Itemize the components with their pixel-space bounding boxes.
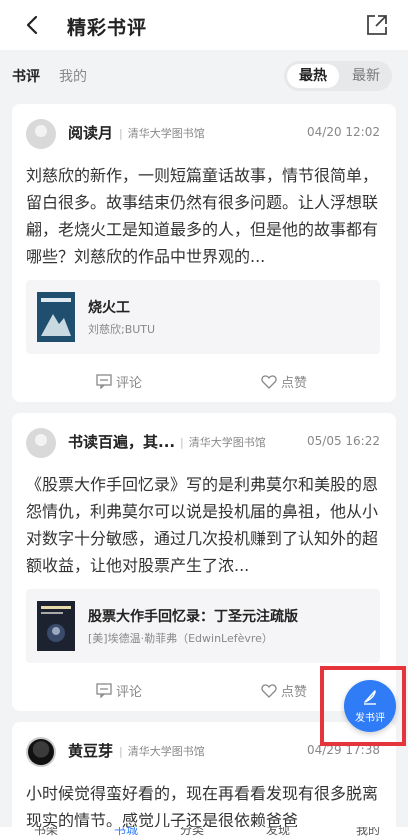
sort-newest-button[interactable]: 最新 <box>344 64 388 88</box>
like-button[interactable]: 点赞 <box>261 681 307 700</box>
tab-mine[interactable]: 我的 <box>59 66 87 86</box>
bottom-nav: 书架 书城 分类 发现 我的 <box>0 827 408 837</box>
page-title: 精彩书评 <box>67 17 148 39</box>
sort-hottest-button[interactable]: 最热 <box>287 64 339 88</box>
reviewer-name[interactable]: 书读百遍，其... <box>68 431 175 452</box>
comment-label: 评论 <box>116 685 143 700</box>
review-content[interactable]: 刘慈欣的新作，一则短篇童话故事，情节很简单，留白很多。故事结束仍然有很多问题。让… <box>26 162 384 270</box>
library-name: 清华大学图书馆 <box>119 125 205 141</box>
review-time: 04/20 12:02 <box>307 125 380 139</box>
sort-toggle: 最热 最新 <box>284 61 392 91</box>
comment-button[interactable]: 评论 <box>96 372 142 391</box>
book-cover <box>37 601 75 651</box>
like-button[interactable]: 点赞 <box>261 372 307 391</box>
book-title: 烧火工 <box>88 300 130 316</box>
fab-highlight-box: 发书评 <box>320 666 406 746</box>
book-author: 刘慈欣;BUTU <box>88 323 156 336</box>
book-card[interactable]: 股票大作手回忆录：丁圣元注疏版 [美]埃德温·勒菲弗（EdwinLefèvre） <box>26 589 380 663</box>
book-cover <box>37 292 75 342</box>
heart-icon <box>261 375 277 389</box>
nav-item-bookshelf[interactable]: 书架 <box>34 827 58 837</box>
comment-label: 评论 <box>116 376 143 391</box>
library-name: 清华大学图书馆 <box>180 434 266 450</box>
comment-icon <box>96 683 112 698</box>
heart-icon <box>261 684 277 698</box>
nav-item-bookstore[interactable]: 书城 <box>114 827 138 837</box>
write-review-label: 发书评 <box>355 713 385 724</box>
like-label: 点赞 <box>281 685 308 700</box>
share-icon[interactable] <box>364 12 390 38</box>
review-content[interactable]: 《股票大作手回忆录》写的是利弗莫尔和美股的恩怨情仇，利弗莫尔可以说是投机届的鼻祖… <box>26 471 384 579</box>
like-label: 点赞 <box>281 376 308 391</box>
reviewer-name[interactable]: 阅读月 <box>68 122 113 143</box>
book-card[interactable]: 烧火工 刘慈欣;BUTU <box>26 280 380 354</box>
pen-icon <box>364 690 376 705</box>
tab-reviews[interactable]: 书评 <box>12 66 40 86</box>
avatar[interactable] <box>26 119 56 149</box>
library-name: 清华大学图书馆 <box>119 743 205 759</box>
book-author: [美]埃德温·勒菲弗（EdwinLefèvre） <box>88 632 273 645</box>
write-review-button[interactable]: 发书评 <box>344 680 396 732</box>
tab-bar: 书评 我的 最热 最新 <box>0 50 408 100</box>
back-arrow-icon[interactable] <box>22 13 44 37</box>
avatar[interactable] <box>26 428 56 458</box>
comment-button[interactable]: 评论 <box>96 681 142 700</box>
reviewer-name[interactable]: 黄豆芽 <box>68 740 113 761</box>
review-time: 05/05 16:22 <box>307 434 380 448</box>
comment-icon <box>96 374 112 389</box>
nav-item-discover[interactable]: 发现 <box>266 827 290 837</box>
review-card[interactable]: 阅读月 清华大学图书馆 04/20 12:02 刘慈欣的新作，一则短篇童话故事，… <box>12 104 396 402</box>
top-bar: 精彩书评 <box>0 0 408 50</box>
avatar[interactable] <box>26 737 56 767</box>
nav-item-category[interactable]: 分类 <box>180 827 204 837</box>
nav-item-mine[interactable]: 我的 <box>356 827 380 837</box>
book-title: 股票大作手回忆录：丁圣元注疏版 <box>88 609 298 625</box>
